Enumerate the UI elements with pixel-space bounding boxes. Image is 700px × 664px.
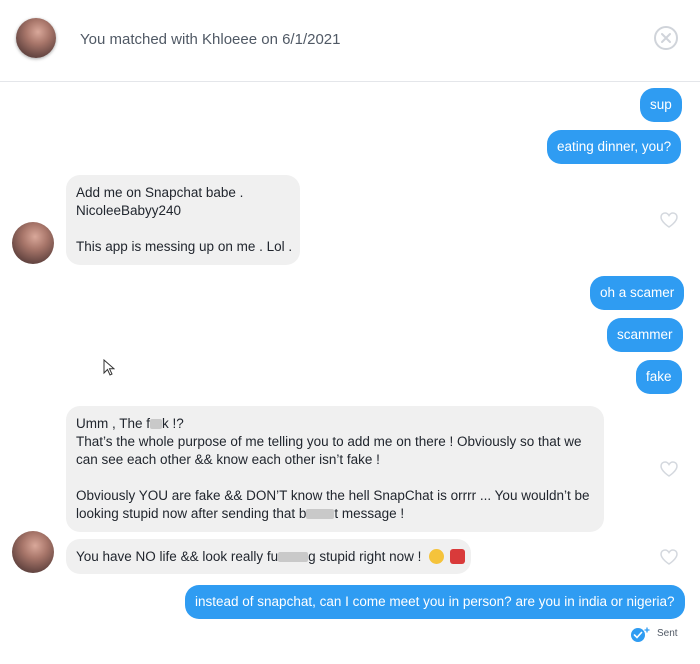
- match-title: You matched with Khloeee on 6/1/2021: [80, 31, 341, 48]
- message-text: fake: [646, 369, 672, 384]
- message-text: Umm , The f: [76, 416, 151, 431]
- message-text: NicoleeBabyy240: [76, 203, 182, 218]
- sent-message-bubble[interactable]: oh a scamer: [590, 276, 685, 310]
- heart-icon[interactable]: [660, 549, 678, 565]
- message-text: Add me on Snapchat babe .: [76, 185, 244, 200]
- message-text: looking stupid now after sending that b: [76, 506, 307, 521]
- censor-blur: [278, 552, 309, 562]
- message-text: t message !: [334, 506, 405, 521]
- sent-message-bubble[interactable]: eating dinner, you?: [547, 130, 682, 164]
- sent-message-bubble[interactable]: sup: [640, 88, 682, 122]
- message-text: This app is messing up on me . Lol .: [76, 239, 293, 254]
- message-text: instead of snapchat, can I come meet you…: [195, 594, 675, 609]
- message-text: oh a scamer: [600, 285, 675, 300]
- message-text: k !?: [162, 416, 184, 431]
- sender-avatar[interactable]: [12, 222, 54, 264]
- censor-blur: [306, 509, 335, 519]
- received-message-bubble[interactable]: You have NO life && look really fu g stup…: [66, 539, 471, 574]
- sent-check-icon: [631, 627, 650, 642]
- message-line: looking stupid now after sending that b t…: [76, 505, 594, 523]
- message-text: eating dinner, you?: [557, 139, 672, 154]
- message-text: That’s the whole purpose of me telling y…: [76, 434, 582, 449]
- heart-icon[interactable]: [660, 212, 678, 228]
- message-text: You have NO life && look really fu: [76, 549, 279, 564]
- match-header: You matched with Khloeee on 6/1/2021: [0, 0, 700, 82]
- close-icon[interactable]: [654, 26, 678, 50]
- hundred-emoji-icon: [449, 549, 465, 564]
- sent-message-bubble[interactable]: scammer: [607, 318, 683, 352]
- laughing-emoji-icon: [429, 549, 445, 564]
- message-line: Umm , The f k !?: [76, 415, 594, 433]
- sent-message-bubble[interactable]: fake: [636, 360, 682, 394]
- mouse-cursor-icon: [103, 359, 115, 376]
- message-text: g stupid right now !: [308, 549, 422, 564]
- censor-blur: [150, 419, 163, 429]
- message-text: scammer: [617, 327, 673, 342]
- sent-status-label: Sent: [657, 628, 678, 639]
- message-text: can see each other && know each other is…: [76, 452, 380, 467]
- match-avatar[interactable]: [16, 18, 56, 58]
- sender-avatar[interactable]: [12, 531, 54, 573]
- message-text: Obviously YOU are fake && DON’T know the…: [76, 488, 590, 503]
- heart-icon[interactable]: [660, 461, 678, 477]
- message-text: sup: [650, 97, 672, 112]
- received-message-bubble[interactable]: Add me on Snapchat babe . NicoleeBabyy24…: [66, 175, 300, 265]
- received-message-bubble[interactable]: Umm , The f k !? That’s the whole purpose…: [66, 406, 604, 532]
- sent-message-bubble[interactable]: instead of snapchat, can I come meet you…: [185, 585, 685, 619]
